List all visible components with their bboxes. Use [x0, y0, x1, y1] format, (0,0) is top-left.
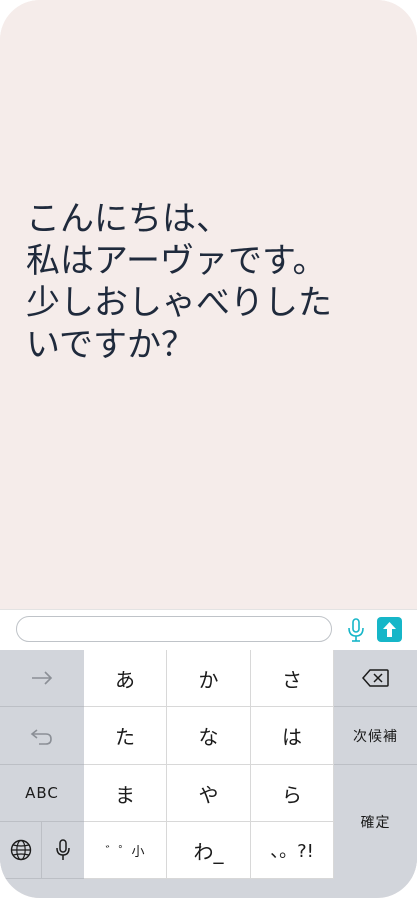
key-ra[interactable]: ら [251, 765, 334, 822]
key-ha[interactable]: は [251, 707, 334, 765]
message-input[interactable] [16, 616, 332, 642]
message-line: こんにちは、 [26, 199, 230, 239]
message-line: いですか？ [26, 325, 195, 365]
backspace-key[interactable] [334, 650, 417, 707]
send-arrow-icon [383, 622, 396, 637]
keyboard-mic-key[interactable] [42, 822, 84, 879]
key-ma[interactable]: ま [84, 765, 167, 822]
key-sa[interactable]: さ [251, 650, 334, 707]
key-na[interactable]: な [167, 707, 251, 765]
key-wa[interactable]: わ_ [167, 822, 251, 879]
confirm-key[interactable]: 確定 [334, 765, 417, 879]
key-a[interactable]: あ [84, 650, 167, 707]
arrow-key[interactable] [0, 650, 84, 707]
backspace-icon [361, 669, 389, 687]
next-candidate-key[interactable]: 次候補 [334, 707, 417, 765]
globe-key[interactable] [0, 822, 42, 879]
key-punctuation[interactable]: 、。?! [251, 822, 334, 879]
key-ya[interactable]: や [167, 765, 251, 822]
message-line: 私はアーヴァです。 [26, 241, 327, 281]
send-button[interactable] [377, 617, 402, 642]
right-arrow-icon [32, 671, 53, 685]
assistant-message: こんにちは、 私はアーヴァです。 少しおしゃべりした いですか？ [26, 198, 386, 366]
key-ta[interactable]: た [84, 707, 167, 765]
microphone-button[interactable] [344, 617, 368, 643]
microphone-icon [348, 618, 364, 642]
message-composer [0, 609, 417, 651]
phone-screen: こんにちは、 私はアーヴァです。 少しおしゃべりした いですか？ ABC あ か… [0, 0, 417, 898]
undo-key[interactable] [0, 707, 84, 765]
key-dakuten-small[interactable]: ゛゜小 [84, 822, 167, 879]
key-ka[interactable]: か [167, 650, 251, 707]
undo-icon [30, 728, 52, 745]
chat-area: こんにちは、 私はアーヴァです。 少しおしゃべりした いですか？ [0, 0, 417, 609]
abc-key[interactable]: ABC [0, 765, 84, 822]
message-line: 少しおしゃべりした [26, 283, 332, 323]
microphone-icon [56, 839, 70, 860]
japanese-keyboard: ABC あ か さ た な は ま や ら ゛゜小 わ_ 、。?! 次候補 確定 [0, 650, 417, 898]
globe-icon [10, 839, 31, 861]
